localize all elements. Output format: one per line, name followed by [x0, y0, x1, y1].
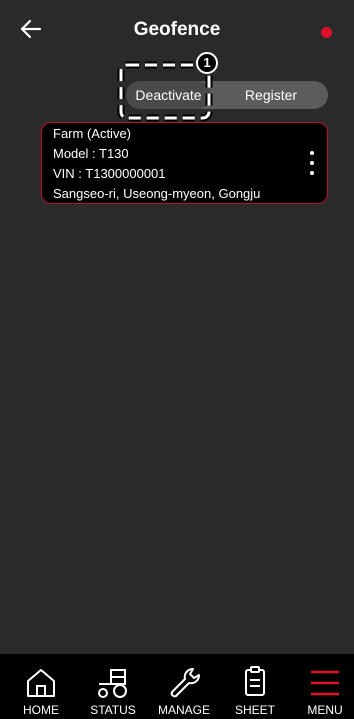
app-header: Geofence [0, 0, 354, 58]
geofence-mode-toggle: Deactivate Register [126, 81, 328, 109]
nav-status[interactable]: STATUS [78, 654, 148, 719]
nav-menu-label: MENU [307, 703, 343, 717]
nav-sheet-label: SHEET [234, 703, 275, 717]
register-tab[interactable]: Register [214, 81, 328, 109]
geofence-address: Sangseo-ri, Useong-myeon, Gongju [53, 186, 261, 201]
nav-menu[interactable]: MENU [287, 654, 354, 719]
wrench-icon [170, 668, 200, 698]
hamburger-menu-icon [311, 670, 339, 696]
more-options-icon[interactable] [306, 149, 318, 177]
callout-marker: 1 [196, 52, 218, 74]
page-title: Geofence [133, 19, 221, 40]
clipboard-icon [245, 666, 265, 696]
tractor-icon [98, 669, 127, 698]
nav-home-label: HOME [23, 703, 59, 717]
nav-status-label: STATUS [90, 703, 136, 717]
geofence-card[interactable]: Farm (Active) Model : T130 VIN : T130000… [41, 122, 328, 204]
geofence-model: Model : T130 [53, 146, 129, 161]
geofence-name: Farm (Active) [53, 126, 131, 141]
nav-manage-label: MANAGE [157, 703, 210, 717]
status-indicator-dot [321, 27, 332, 38]
home-icon [27, 669, 55, 697]
deactivate-tab[interactable]: Deactivate [126, 81, 211, 109]
nav-manage[interactable]: MANAGE [149, 654, 219, 719]
bottom-navigation: HOME STATUS MANAGE SHEET MENU [0, 654, 354, 719]
geofence-vin: VIN : T1300000001 [53, 166, 166, 181]
nav-sheet[interactable]: SHEET [220, 654, 290, 719]
nav-home[interactable]: HOME [6, 654, 76, 719]
